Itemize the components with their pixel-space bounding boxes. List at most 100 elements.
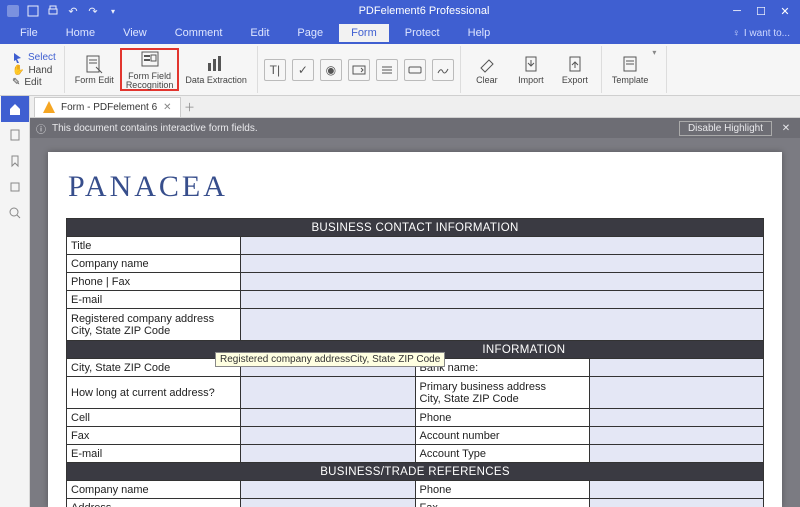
pdf-page: PANACEA BUSINESS CONTACT INFORMATION Tit… — [48, 152, 782, 507]
form-tools-group: T| ✓ ◉ — [258, 46, 461, 93]
qat-undo-icon[interactable]: ↶ — [66, 4, 80, 18]
label-account-num: Account number — [415, 427, 589, 445]
info-icon: ⓘ — [36, 121, 46, 136]
form-recognition-icon — [139, 49, 161, 71]
label-ref-fax: Fax — [415, 499, 589, 507]
label-how-long: How long at current address? — [67, 377, 241, 409]
sidebar-attachments[interactable] — [1, 174, 29, 200]
menu-home[interactable]: Home — [54, 24, 107, 42]
document-area[interactable]: PANACEA BUSINESS CONTACT INFORMATION Tit… — [30, 138, 800, 507]
minimize-button[interactable]: ─ — [728, 5, 746, 18]
menu-protect[interactable]: Protect — [393, 24, 452, 42]
tab-label: Form - PDFelement 6 — [61, 102, 157, 113]
doc-title: PANACEA — [68, 170, 764, 204]
sidebar-home[interactable] — [1, 96, 29, 122]
field-ref-address[interactable] — [241, 499, 415, 507]
menu-file[interactable]: File — [8, 24, 50, 42]
label-email2: E-mail — [67, 445, 241, 463]
qat-redo-icon[interactable]: ↷ — [86, 4, 100, 18]
field-ref-company[interactable] — [241, 481, 415, 499]
select-mode[interactable]: Select — [12, 52, 56, 64]
field-account-num[interactable] — [589, 427, 763, 445]
edit-mode[interactable]: ✎Edit — [12, 77, 56, 88]
field-ref-fax[interactable] — [589, 499, 763, 507]
form-edit-icon — [83, 53, 105, 75]
export-button[interactable]: Export — [553, 48, 597, 91]
template-dropdown-icon[interactable]: ▾ — [652, 48, 662, 91]
tab-strip: Form - PDFelement 6 ✕ ＋ — [30, 96, 800, 118]
hand-icon: ✋ — [12, 65, 24, 76]
field-phone-fax[interactable] — [241, 273, 764, 291]
field-phone2[interactable] — [589, 409, 763, 427]
lightbulb-icon: ♀ — [732, 28, 740, 39]
field-fax[interactable] — [241, 427, 415, 445]
qat-dropdown-icon[interactable]: ▾ — [106, 4, 120, 18]
label-fax: Fax — [67, 427, 241, 445]
sidebar-thumbnails[interactable] — [1, 122, 29, 148]
field-email[interactable] — [241, 291, 764, 309]
clear-button[interactable]: Clear — [465, 48, 509, 91]
qat-save-icon[interactable] — [26, 4, 40, 18]
field-cell[interactable] — [241, 409, 415, 427]
field-how-long[interactable] — [241, 377, 415, 409]
form-edit-button[interactable]: Form Edit — [69, 48, 120, 91]
infobar-close-button[interactable]: ✕ — [778, 123, 794, 134]
add-tab-button[interactable]: ＋ — [181, 99, 199, 115]
qat-pdf-icon[interactable] — [6, 4, 20, 18]
list-tool[interactable] — [376, 59, 398, 81]
field-company[interactable] — [241, 255, 764, 273]
field-title[interactable] — [241, 237, 764, 255]
menu-form[interactable]: Form — [339, 24, 389, 42]
sidebar-search[interactable] — [1, 200, 29, 226]
label-email: E-mail — [67, 291, 241, 309]
combo-tool[interactable] — [348, 59, 370, 81]
menubar: File Home View Comment Edit Page Form Pr… — [0, 22, 800, 44]
ribbon: Select ✋Hand ✎Edit Form Edit Form Field … — [0, 44, 800, 96]
field-reg-address[interactable] — [241, 309, 764, 341]
window-buttons: ─ ☐ ✕ — [728, 5, 794, 18]
text-field-tool[interactable]: T| — [264, 59, 286, 81]
export-icon — [564, 53, 586, 75]
template-icon — [619, 53, 641, 75]
close-button[interactable]: ✕ — [776, 5, 794, 18]
menu-page[interactable]: Page — [285, 24, 335, 42]
maximize-button[interactable]: ☐ — [752, 5, 770, 18]
field-bank[interactable] — [589, 359, 763, 377]
i-want-to[interactable]: ♀I want to... — [732, 28, 790, 39]
form-field-recognition-button[interactable]: Form Field Recognition — [120, 48, 180, 91]
tab-close-button[interactable]: ✕ — [163, 102, 171, 113]
button-tool[interactable] — [404, 59, 426, 81]
field-email2[interactable] — [241, 445, 415, 463]
data-extraction-button[interactable]: Data Extraction — [179, 48, 253, 91]
checkbox-tool[interactable]: ✓ — [292, 59, 314, 81]
disable-highlight-button[interactable]: Disable Highlight — [679, 121, 772, 136]
info-message: This document contains interactive form … — [52, 123, 258, 134]
data-extraction-icon — [205, 53, 227, 75]
eraser-icon — [476, 53, 498, 75]
field-tooltip: Registered company addressCity, State ZI… — [215, 352, 445, 367]
radio-tool[interactable]: ◉ — [320, 59, 342, 81]
menu-comment[interactable]: Comment — [163, 24, 235, 42]
qat-print-icon[interactable] — [46, 4, 60, 18]
label-account-type: Account Type — [415, 445, 589, 463]
menu-help[interactable]: Help — [456, 24, 503, 42]
label-primary-addr: Primary business address City, State ZIP… — [415, 377, 589, 409]
label-phone-fax: Phone | Fax — [67, 273, 241, 291]
signature-tool[interactable] — [432, 59, 454, 81]
menu-edit[interactable]: Edit — [238, 24, 281, 42]
mode-stack: Select ✋Hand ✎Edit — [8, 48, 60, 91]
template-button[interactable]: Template — [606, 48, 655, 91]
left-sidebar — [0, 96, 30, 507]
hand-mode[interactable]: ✋Hand — [12, 65, 56, 76]
menu-view[interactable]: View — [111, 24, 159, 42]
document-tab[interactable]: Form - PDFelement 6 ✕ — [34, 97, 181, 117]
field-account-type[interactable] — [589, 445, 763, 463]
sidebar-bookmarks[interactable] — [1, 148, 29, 174]
quick-access-toolbar: ↶ ↷ ▾ — [6, 4, 120, 18]
import-button[interactable]: Import — [509, 48, 553, 91]
form-field-recognition-label: Form Field Recognition — [126, 72, 174, 91]
field-primary-addr[interactable] — [589, 377, 763, 409]
app-title: PDFelement6 Professional — [120, 5, 728, 17]
label-ref-company: Company name — [67, 481, 241, 499]
field-ref-phone[interactable] — [589, 481, 763, 499]
